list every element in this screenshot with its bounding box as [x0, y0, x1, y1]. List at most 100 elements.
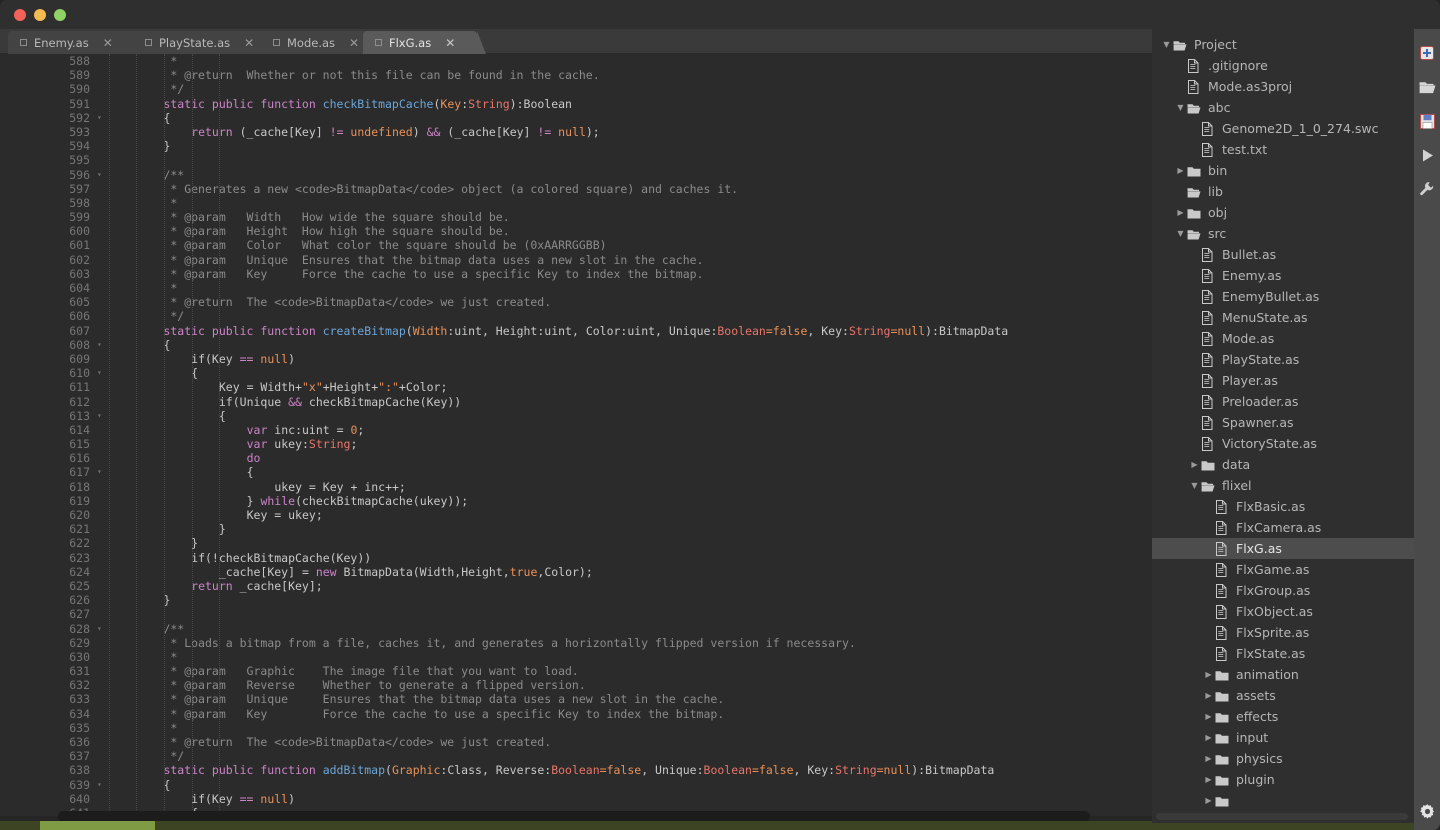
- code-fold-marker[interactable]: [96, 82, 108, 96]
- code-fold-marker[interactable]: [96, 664, 108, 678]
- code-fold-marker[interactable]: ▾: [96, 168, 108, 182]
- code-line[interactable]: 612 if(Unique && checkBitmapCache(Key)): [0, 395, 1152, 409]
- tools-wrench-icon[interactable]: [1417, 179, 1437, 199]
- code-fold-marker[interactable]: [96, 352, 108, 366]
- code-line[interactable]: 629 * Loads a bitmap from a file, caches…: [0, 636, 1152, 650]
- code-fold-marker[interactable]: [96, 281, 108, 295]
- code-fold-marker[interactable]: ▾: [96, 338, 108, 352]
- chevron-down-icon[interactable]: ▼: [1188, 481, 1201, 490]
- code-line[interactable]: 639 ▾{: [0, 778, 1152, 792]
- code-line[interactable]: 595: [0, 153, 1152, 167]
- code-fold-marker[interactable]: [96, 607, 108, 621]
- editor-tab-flxg-as[interactable]: FlxG.as ✕: [363, 31, 486, 54]
- code-line[interactable]: 591 static public function checkBitmapCac…: [0, 97, 1152, 111]
- code-fold-marker[interactable]: [96, 224, 108, 238]
- code-fold-marker[interactable]: [96, 707, 108, 721]
- code-fold-marker[interactable]: [96, 97, 108, 111]
- code-fold-marker[interactable]: [96, 68, 108, 82]
- project-tree-item-input[interactable]: ▶ input: [1152, 727, 1414, 748]
- code-line[interactable]: 602 * @param Unique Ensures that the bit…: [0, 253, 1152, 267]
- code-line[interactable]: 607 static public function createBitmap(W…: [0, 324, 1152, 338]
- project-tree-item-flxstate-as[interactable]: FlxState.as: [1152, 643, 1414, 664]
- project-tree-item-genome2d-1-0-274-swc[interactable]: Genome2D_1_0_274.swc: [1152, 118, 1414, 139]
- project-tree-item-bin[interactable]: ▶ bin: [1152, 160, 1414, 181]
- code-line[interactable]: 597 * Generates a new <code>BitmapData</…: [0, 182, 1152, 196]
- project-tree-item-menustate-as[interactable]: MenuState.as: [1152, 307, 1414, 328]
- project-tree-item-physics[interactable]: ▶ physics: [1152, 748, 1414, 769]
- code-fold-marker[interactable]: [96, 593, 108, 607]
- project-tree-item-flxcamera-as[interactable]: FlxCamera.as: [1152, 517, 1414, 538]
- code-line[interactable]: 637 */: [0, 749, 1152, 763]
- code-fold-marker[interactable]: [96, 650, 108, 664]
- project-tree-item-obj[interactable]: ▶ obj: [1152, 202, 1414, 223]
- code-fold-marker[interactable]: [96, 295, 108, 309]
- code-fold-marker[interactable]: [96, 196, 108, 210]
- code-fold-marker[interactable]: [96, 395, 108, 409]
- code-line[interactable]: 625 return _cache[Key];: [0, 579, 1152, 593]
- code-fold-marker[interactable]: [96, 54, 108, 68]
- tab-close-icon[interactable]: ✕: [103, 37, 113, 49]
- code-line[interactable]: 596 ▾ /**: [0, 168, 1152, 182]
- code-line[interactable]: 624 _cache[Key] = new BitmapData(Width,He…: [0, 565, 1152, 579]
- code-fold-marker[interactable]: [96, 692, 108, 706]
- code-line[interactable]: 626}: [0, 593, 1152, 607]
- project-tree-item-victorystate-as[interactable]: VictoryState.as: [1152, 433, 1414, 454]
- code-line[interactable]: 627: [0, 607, 1152, 621]
- settings-gear-icon[interactable]: [1417, 801, 1437, 821]
- code-line[interactable]: 638 static public function addBitmap(Grap…: [0, 763, 1152, 777]
- editor-tab-enemy-as[interactable]: Enemy.as ✕: [8, 31, 153, 54]
- code-line[interactable]: 604 *: [0, 281, 1152, 295]
- code-fold-marker[interactable]: ▾: [96, 111, 108, 125]
- code-line[interactable]: 616 do: [0, 451, 1152, 465]
- project-tree-item-flixel[interactable]: ▼ flixel: [1152, 475, 1414, 496]
- code-fold-marker[interactable]: [96, 522, 108, 536]
- project-tree-item--gitignore[interactable]: .gitignore: [1152, 55, 1414, 76]
- code-line[interactable]: 613 ▾{: [0, 409, 1152, 423]
- tab-close-icon[interactable]: ✕: [445, 37, 455, 49]
- code-line[interactable]: 623 if(!checkBitmapCache(Key)): [0, 551, 1152, 565]
- code-editor[interactable]: 588 * 589 * @return Whether or not this f…: [0, 54, 1152, 816]
- chevron-down-icon[interactable]: ▼: [1174, 103, 1187, 112]
- project-tree-item-lib[interactable]: lib: [1152, 181, 1414, 202]
- code-line[interactable]: 618 ukey = Key + inc++;: [0, 480, 1152, 494]
- chevron-right-icon[interactable]: ▶: [1202, 733, 1215, 742]
- code-fold-marker[interactable]: [96, 480, 108, 494]
- project-tree-item-src[interactable]: ▼ src: [1152, 223, 1414, 244]
- project-tree-item-assets[interactable]: ▶ assets: [1152, 685, 1414, 706]
- code-line[interactable]: 633 * @param Unique Ensures that the bit…: [0, 692, 1152, 706]
- code-line[interactable]: 610 ▾{: [0, 366, 1152, 380]
- code-fold-marker[interactable]: [96, 508, 108, 522]
- code-line[interactable]: 640 if(Key == null): [0, 792, 1152, 806]
- project-tree-item-flxgroup-as[interactable]: FlxGroup.as: [1152, 580, 1414, 601]
- code-fold-marker[interactable]: [96, 721, 108, 735]
- minimize-window-button[interactable]: [34, 9, 46, 21]
- code-line[interactable]: 619} while(checkBitmapCache(ukey));: [0, 494, 1152, 508]
- project-tree-item-abc[interactable]: ▼ abc: [1152, 97, 1414, 118]
- editor-tab-mode-as[interactable]: Mode.as ✕: [261, 31, 383, 54]
- code-line[interactable]: 611 Key = Width+"x"+Height+":"+Color;: [0, 380, 1152, 394]
- chevron-right-icon[interactable]: ▶: [1174, 208, 1187, 217]
- code-fold-marker[interactable]: [96, 565, 108, 579]
- code-fold-marker[interactable]: [96, 536, 108, 550]
- project-tree-item-spawner-as[interactable]: Spawner.as: [1152, 412, 1414, 433]
- code-line[interactable]: 628 ▾ /**: [0, 622, 1152, 636]
- code-line[interactable]: 631 * @param Graphic The image file that…: [0, 664, 1152, 678]
- tab-close-icon[interactable]: ✕: [349, 37, 359, 49]
- code-line[interactable]: 588 *: [0, 54, 1152, 68]
- code-fold-marker[interactable]: [96, 749, 108, 763]
- project-tree-item-enemybullet-as[interactable]: EnemyBullet.as: [1152, 286, 1414, 307]
- code-fold-marker[interactable]: [96, 309, 108, 323]
- code-fold-marker[interactable]: [96, 579, 108, 593]
- chevron-right-icon[interactable]: ▶: [1202, 754, 1215, 763]
- project-tree-item-mode-as3proj[interactable]: Mode.as3proj: [1152, 76, 1414, 97]
- project-tree-item-enemy-as[interactable]: Enemy.as: [1152, 265, 1414, 286]
- code-fold-marker[interactable]: [96, 678, 108, 692]
- code-line[interactable]: 603 * @param Key Force the cache to use …: [0, 267, 1152, 281]
- chevron-right-icon[interactable]: ▶: [1202, 712, 1215, 721]
- code-line[interactable]: 589 * @return Whether or not this file c…: [0, 68, 1152, 82]
- project-tree-item-playstate-as[interactable]: PlayState.as: [1152, 349, 1414, 370]
- code-line[interactable]: 614 var inc:uint = 0;: [0, 423, 1152, 437]
- code-line[interactable]: 593 return (_cache[Key] != undefined) && …: [0, 125, 1152, 139]
- code-fold-marker[interactable]: ▾: [96, 465, 108, 479]
- code-line[interactable]: 594}: [0, 139, 1152, 153]
